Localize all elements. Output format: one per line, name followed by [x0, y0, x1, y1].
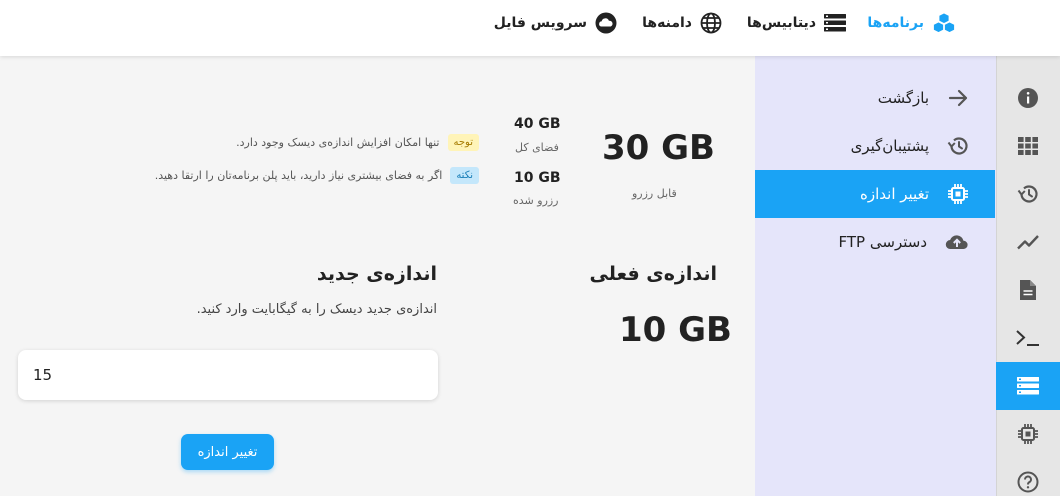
tip-badge: نکته	[450, 167, 479, 184]
chart-icon	[1017, 234, 1039, 250]
rail-resources[interactable]	[996, 410, 1060, 458]
database-icon	[824, 14, 846, 32]
arrow-back-icon	[947, 88, 969, 108]
chip-icon	[947, 183, 969, 205]
menu-item-back[interactable]: بازگشت	[755, 74, 995, 122]
globe-icon	[700, 12, 722, 34]
rail-stats[interactable]	[996, 218, 1060, 266]
nav-file-service[interactable]: سرویس فایل	[494, 0, 617, 46]
grid-icon	[1018, 137, 1038, 155]
rail-info[interactable]	[996, 74, 1060, 122]
document-icon	[1019, 279, 1037, 301]
chip-icon	[1017, 423, 1039, 445]
nav-databases[interactable]: دیتابیس‌ها	[747, 0, 846, 46]
warning-badge: توجه	[447, 134, 479, 151]
rail-terminal[interactable]	[996, 314, 1060, 362]
nav-databases-label: دیتابیس‌ها	[746, 15, 816, 31]
cubes-icon	[932, 12, 956, 34]
tip-text: اگر به فضای بیشتری نیاز دارید، باید پلن …	[154, 169, 443, 182]
menu-item-backup[interactable]: پشتیبان‌گیری	[755, 122, 995, 170]
available-space-value: 30 GB	[602, 128, 715, 168]
storage-icon	[1017, 377, 1039, 395]
resize-button[interactable]: تغییر اندازه	[181, 434, 274, 470]
settings-menu: بازگشت پشتیبان‌گیری تغییر اندازه	[755, 56, 996, 496]
total-space-label: فضای کل	[515, 141, 559, 154]
main-content: 30 GB قابل رزرو 40 GB فضای کل 10 GB رزرو…	[0, 56, 755, 496]
rail-help[interactable]	[996, 458, 1060, 496]
new-size-heading: اندازه‌ی جدید	[316, 263, 437, 285]
nav-file-service-label: سرویس فایل	[493, 15, 587, 31]
nav-domains-label: دامنه‌ها	[642, 15, 692, 31]
current-size-value: 10 GB	[619, 310, 732, 350]
top-navigation: برنامه‌ها دیتابیس‌ها	[0, 0, 1060, 56]
menu-item-resize-label: تغییر اندازه	[860, 185, 929, 203]
total-space-value: 40 GB	[514, 116, 561, 132]
terminal-icon	[1015, 329, 1041, 347]
notice-row: توجه تنها امکان افزایش اندازه‌ی دیسک وجو…	[236, 134, 479, 151]
rail-grid[interactable]	[996, 122, 1060, 170]
reserved-space-value: 10 GB	[514, 170, 561, 186]
notice-text: تنها امکان افزایش اندازه‌ی دیسک وجود دار…	[236, 136, 440, 149]
cloud-upload-icon	[945, 232, 969, 252]
new-size-description: اندازه‌ی جدید دیسک را به گیگابایت وارد ک…	[196, 302, 437, 317]
history-icon	[947, 135, 969, 157]
help-icon	[1017, 471, 1039, 493]
new-size-input[interactable]	[18, 350, 438, 400]
info-icon	[1017, 87, 1039, 109]
menu-item-ftp[interactable]: دسترسی FTP	[755, 218, 995, 266]
history-icon	[1017, 183, 1039, 205]
tip-row: نکته اگر به فضای بیشتری نیاز دارید، باید…	[155, 167, 479, 184]
rail-history[interactable]	[996, 170, 1060, 218]
menu-item-backup-label: پشتیبان‌گیری	[850, 137, 929, 155]
available-space-label: قابل رزرو	[632, 187, 677, 200]
menu-item-ftp-label: دسترسی FTP	[838, 233, 927, 251]
rail-storage[interactable]	[996, 362, 1060, 410]
icon-rail	[996, 56, 1060, 496]
menu-item-resize[interactable]: تغییر اندازه	[755, 170, 995, 218]
cloud-icon	[595, 12, 617, 34]
nav-apps-label: برنامه‌ها	[867, 15, 924, 31]
menu-item-back-label: بازگشت	[877, 89, 929, 107]
current-size-heading: اندازه‌ی فعلی	[589, 263, 717, 285]
rail-logs[interactable]	[996, 266, 1060, 314]
reserved-space-label: رزرو شده	[513, 194, 559, 207]
nav-domains[interactable]: دامنه‌ها	[642, 0, 722, 46]
nav-apps[interactable]: برنامه‌ها	[867, 0, 956, 46]
